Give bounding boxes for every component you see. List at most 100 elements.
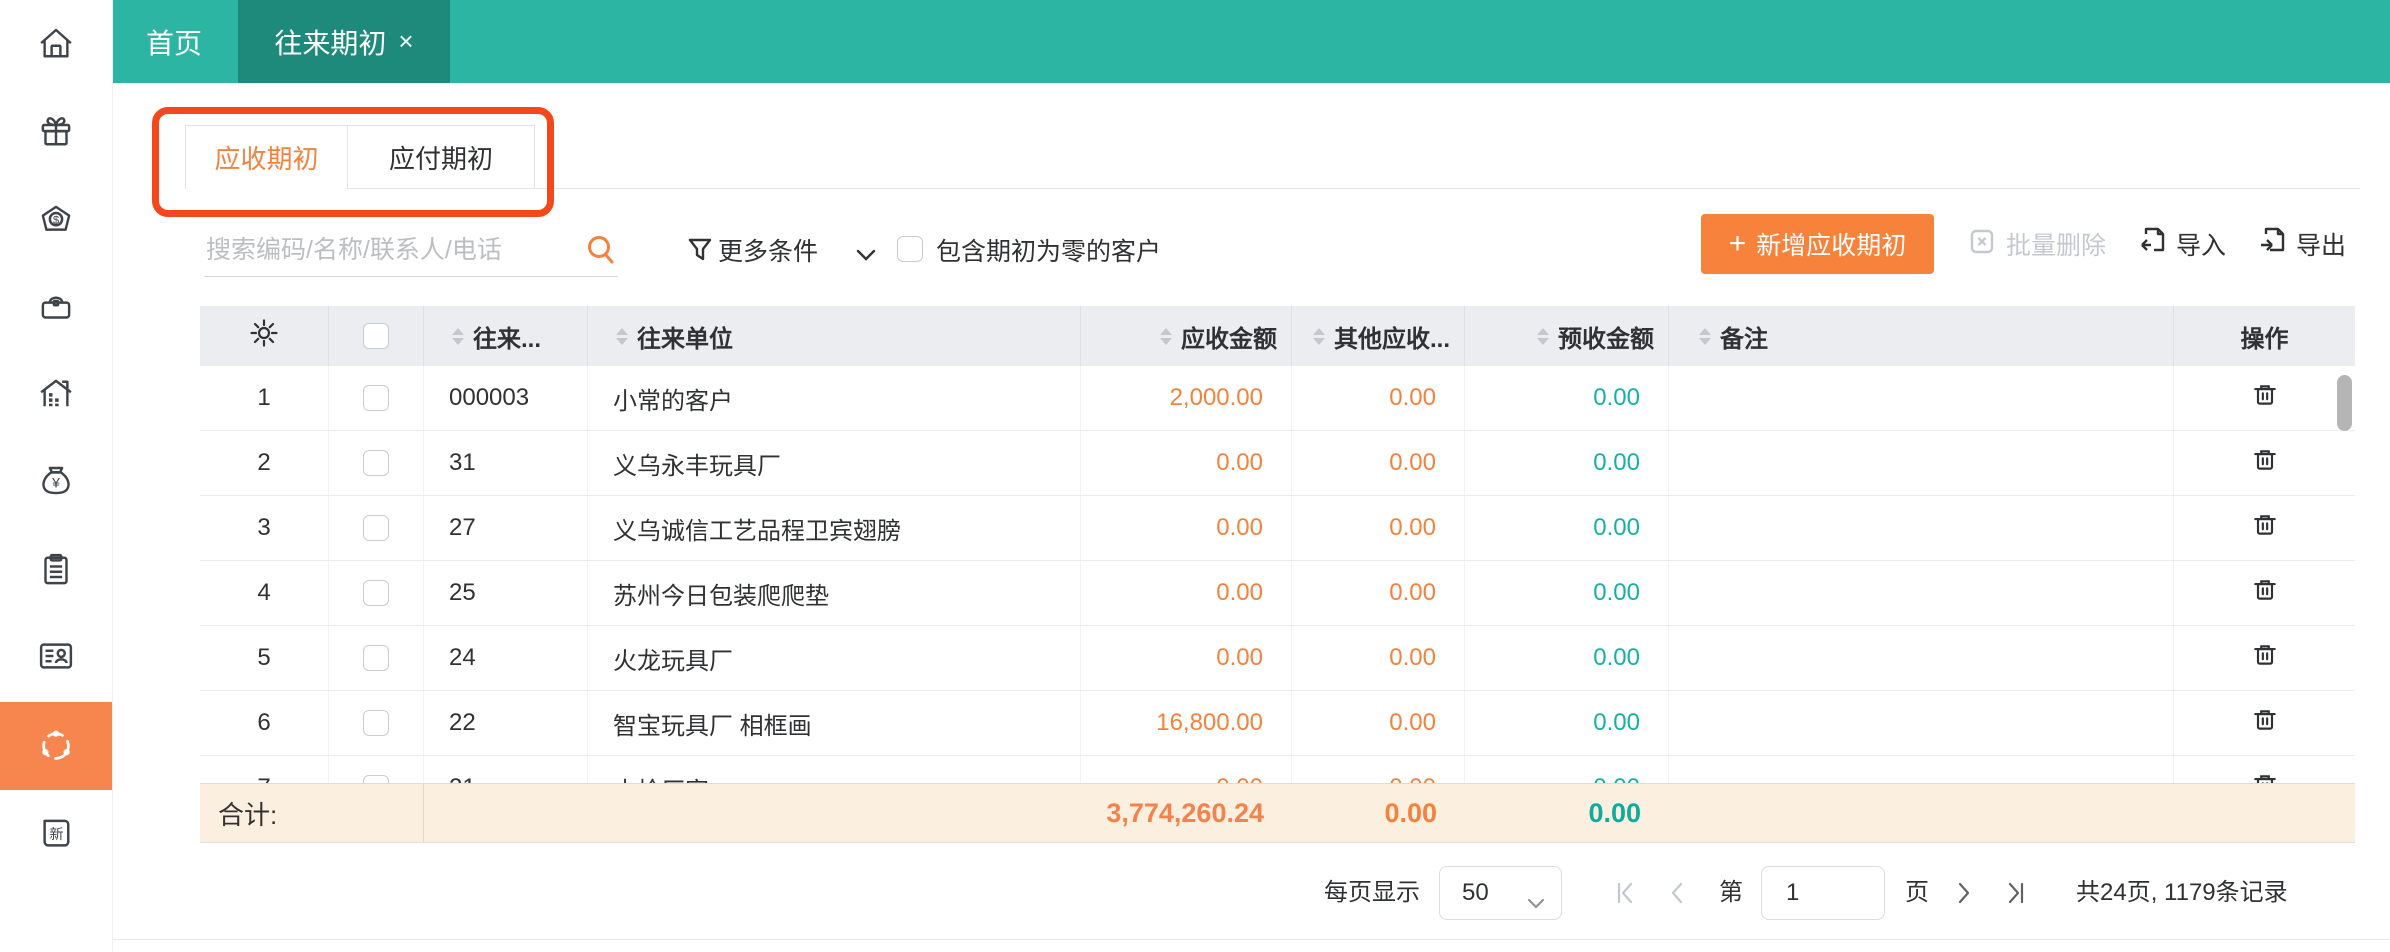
funnel-icon[interactable] — [688, 238, 712, 269]
search-icon[interactable] — [584, 233, 618, 267]
row-other-receivable: 0.00 — [1292, 691, 1465, 755]
add-receivable-opening-button[interactable]: + 新增应收期初 — [1701, 214, 1934, 274]
delete-row-icon[interactable] — [2251, 511, 2279, 546]
vertical-scrollbar-thumb[interactable] — [2337, 375, 2352, 431]
first-page-icon[interactable] — [1612, 880, 1638, 906]
more-filters-button[interactable]: 更多条件 — [718, 237, 818, 267]
batch-delete-icon — [1968, 226, 1996, 263]
row-remark — [1669, 561, 2174, 625]
row-checkbox[interactable] — [363, 450, 389, 476]
delete-row-icon[interactable] — [2251, 706, 2279, 741]
header-code[interactable]: 往来... — [424, 306, 588, 366]
row-index: 6 — [200, 691, 329, 755]
sidebar-item-finance[interactable]: ¥ — [0, 438, 112, 526]
bag-icon — [35, 286, 77, 328]
row-name: 义乌永丰玩具厂 — [588, 431, 1081, 495]
sidebar-item-new[interactable]: 新 — [0, 790, 112, 878]
sidebar-item-sales[interactable]: $ — [0, 176, 112, 264]
include-zero-label: 包含期初为零的客户 — [936, 237, 1161, 267]
row-checkbox[interactable] — [363, 385, 389, 411]
tab-receivable-label: 应收期初 — [214, 139, 318, 176]
table-row[interactable]: 1 000003 小常的客户 2,000.00 0.00 0.00 — [200, 366, 2355, 431]
next-page-icon[interactable] — [1951, 880, 1977, 906]
table-row[interactable]: 3 27 义乌诚信工艺品程卫宾翅膀 0.00 0.00 0.00 — [200, 496, 2355, 561]
top-tab-current[interactable]: 往来期初 × — [238, 0, 450, 83]
table-row[interactable]: 5 24 火龙玩具厂 0.00 0.00 0.00 — [200, 626, 2355, 691]
header-other-receivable[interactable]: 其他应收... — [1292, 306, 1465, 366]
row-checkbox[interactable] — [363, 580, 389, 606]
header-receivable[interactable]: 应收金额 — [1081, 306, 1292, 366]
tabs-divider — [185, 188, 2360, 189]
sort-caret-icon[interactable] — [1160, 328, 1172, 345]
sidebar-item-share-active[interactable] — [0, 702, 112, 790]
home-icon — [35, 23, 77, 65]
row-checkbox[interactable] — [363, 515, 389, 541]
delete-row-icon[interactable] — [2251, 576, 2279, 611]
search-input[interactable] — [204, 235, 584, 266]
tab-receivable-opening[interactable]: 应收期初 — [185, 125, 348, 189]
warehouse-icon — [35, 373, 77, 415]
top-tab-home[interactable]: 首页 — [112, 0, 236, 83]
table-header: 往来... 往来单位 应收金额 其他应收... 预收金额 备注 — [200, 306, 2355, 366]
table-row[interactable]: 6 22 智宝玩具厂 相框画 16,800.00 0.00 0.00 — [200, 691, 2355, 756]
row-name: 苏州今日包装爬爬垫 — [588, 561, 1081, 625]
clipboard-icon — [35, 549, 77, 591]
row-index: 4 — [200, 561, 329, 625]
include-zero-checkbox[interactable] — [897, 236, 923, 262]
sidebar-item-orders[interactable] — [0, 526, 112, 614]
delete-row-icon[interactable] — [2251, 381, 2279, 416]
sort-caret-icon[interactable] — [616, 328, 628, 345]
header-remark[interactable]: 备注 — [1669, 306, 2174, 366]
header-name[interactable]: 往来单位 — [588, 306, 1081, 366]
header-prepaid[interactable]: 预收金额 — [1465, 306, 1669, 366]
sidebar-item-products[interactable] — [0, 88, 112, 176]
batch-delete-label: 批量删除 — [2006, 226, 2106, 262]
delete-row-icon[interactable] — [2251, 446, 2279, 481]
delete-row-icon[interactable] — [2251, 641, 2279, 676]
export-label: 导出 — [2296, 226, 2346, 262]
row-prepaid: 0.00 — [1465, 691, 1669, 755]
page-suffix-label: 页 — [1905, 866, 1929, 920]
row-receivable: 16,800.00 — [1081, 691, 1292, 755]
app-window: $ ¥ 新 首页 往来期初 × — [0, 0, 2390, 952]
sort-caret-icon[interactable] — [1537, 328, 1549, 345]
row-other-receivable: 0.00 — [1292, 431, 1465, 495]
sidebar-item-purchase[interactable] — [0, 263, 112, 351]
select-all-checkbox[interactable] — [363, 323, 389, 349]
column-settings-button[interactable] — [200, 306, 329, 366]
row-name: 义乌诚信工艺品程卫宾翅膀 — [588, 496, 1081, 560]
row-checkbox[interactable] — [363, 645, 389, 671]
per-page-select[interactable]: 50 — [1439, 866, 1562, 920]
row-index: 3 — [200, 496, 329, 560]
table-row[interactable]: 2 31 义乌永丰玩具厂 0.00 0.00 0.00 — [200, 431, 2355, 496]
row-name: 火龙玩具厂 — [588, 626, 1081, 690]
sidebar-item-home[interactable] — [0, 0, 112, 88]
sidebar-item-warehouse[interactable] — [0, 350, 112, 438]
import-button[interactable]: 导入 — [2138, 226, 2226, 262]
row-receivable: 2,000.00 — [1081, 366, 1292, 430]
batch-delete-button[interactable]: 批量删除 — [1968, 226, 2106, 262]
row-prepaid: 0.00 — [1465, 431, 1669, 495]
last-page-icon[interactable] — [2003, 880, 2029, 906]
table-row[interactable]: 4 25 苏州今日包装爬爬垫 0.00 0.00 0.00 — [200, 561, 2355, 626]
row-checkbox[interactable] — [363, 710, 389, 736]
previous-page-icon[interactable] — [1664, 880, 1690, 906]
row-remark — [1669, 496, 2174, 560]
row-index: 2 — [200, 431, 329, 495]
row-code: 22 — [424, 691, 588, 755]
chevron-down-icon[interactable] — [856, 248, 876, 266]
row-other-receivable: 0.00 — [1292, 496, 1465, 560]
top-tab-bar: 首页 往来期初 × — [112, 0, 2390, 83]
per-page-label: 每页显示 — [1324, 866, 1420, 920]
total-row: 合计: 3,774,260.24 0.00 0.00 — [200, 783, 2355, 843]
sort-caret-icon[interactable] — [452, 328, 464, 345]
page-number-input[interactable] — [1762, 878, 1858, 908]
row-receivable: 0.00 — [1081, 626, 1292, 690]
export-button[interactable]: 导出 — [2258, 226, 2346, 262]
close-icon[interactable]: × — [398, 26, 413, 57]
sort-caret-icon[interactable] — [1699, 328, 1711, 345]
row-prepaid: 0.00 — [1465, 561, 1669, 625]
sidebar-item-contacts[interactable] — [0, 612, 112, 700]
tab-payable-opening[interactable]: 应付期初 — [348, 125, 535, 188]
sort-caret-icon[interactable] — [1313, 328, 1325, 345]
